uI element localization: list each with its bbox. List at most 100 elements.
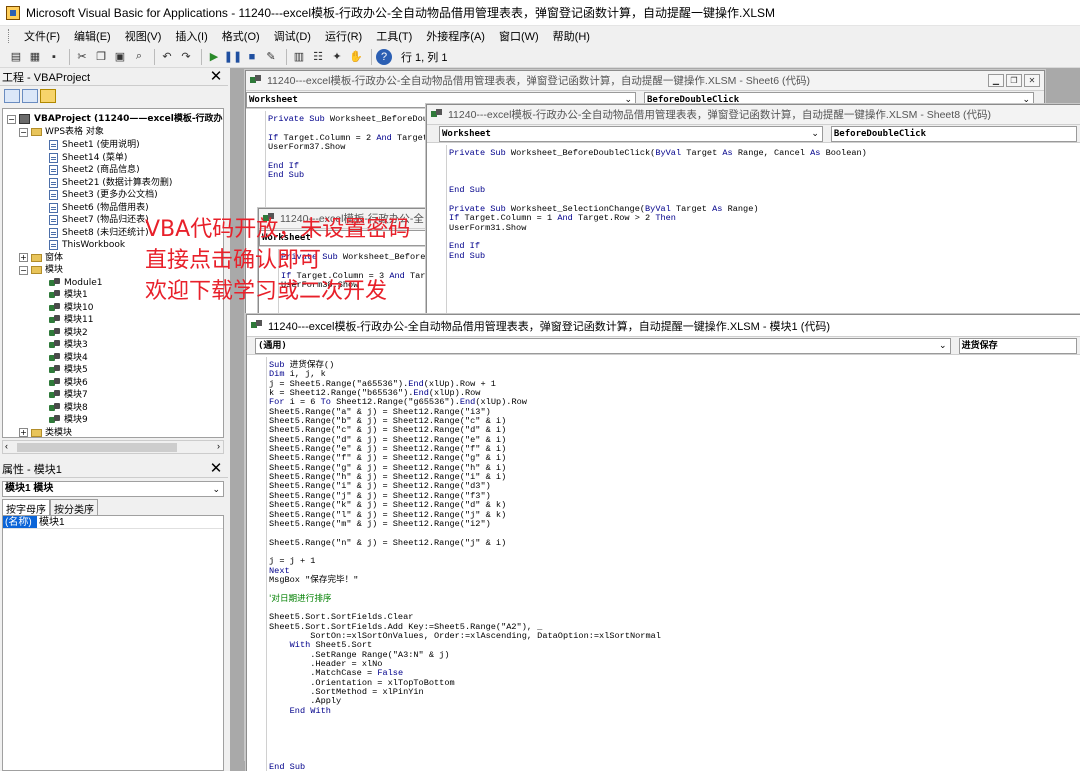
menu-file[interactable]: 文件(F) bbox=[17, 26, 67, 46]
tree-item-sheet[interactable]: Sheet2 (商品信息) bbox=[49, 164, 140, 176]
tree-item-sheet[interactable]: Sheet3 (更多办公文档) bbox=[49, 189, 158, 201]
sheet-icon bbox=[49, 165, 58, 175]
tree-node-forms[interactable]: + 窗体 bbox=[19, 252, 63, 264]
view-code-icon[interactable] bbox=[4, 89, 20, 103]
tree-item-module[interactable]: 模块1 bbox=[49, 289, 88, 301]
find-icon[interactable]: ⌕ bbox=[131, 49, 147, 65]
tree-item-sheet[interactable]: Sheet8 (未归还统计) bbox=[49, 227, 149, 239]
view-excel-icon[interactable]: ▤ bbox=[8, 49, 24, 65]
object-browser-icon[interactable]: ✦ bbox=[329, 49, 345, 65]
folder-icon bbox=[31, 266, 42, 274]
collapse-icon[interactable]: − bbox=[7, 114, 16, 124]
tree-node-class-modules[interactable]: + 类模块 bbox=[19, 427, 72, 437]
break-icon[interactable]: ❚❚ bbox=[224, 49, 242, 65]
object-combo[interactable]: Worksheet⌄ bbox=[439, 126, 823, 142]
code-editor[interactable]: Sub 进货保存() Dim i, j, k j = Sheet5.Range(… bbox=[247, 357, 1080, 771]
menu-insert[interactable]: 插入(I) bbox=[168, 26, 214, 46]
tree-horizontal-scrollbar[interactable]: ‹ › bbox=[2, 440, 224, 454]
menu-view[interactable]: 视图(V) bbox=[118, 26, 169, 46]
insert-object-icon[interactable]: ▦ bbox=[27, 49, 43, 65]
undo-icon[interactable]: ↶ bbox=[159, 49, 175, 65]
tab-categorized[interactable]: 按分类序 bbox=[50, 499, 98, 516]
object-combo[interactable]: (通用) ⌄ bbox=[255, 338, 951, 354]
menu-debug[interactable]: 调试(D) bbox=[267, 26, 318, 46]
tree-item-sheet[interactable]: Sheet21 (数据计算表勿删) bbox=[49, 177, 172, 189]
property-row[interactable]: (名称) 模块1 bbox=[3, 516, 223, 529]
tree-item-sheet[interactable]: Sheet7 (物品归还表) bbox=[49, 214, 149, 226]
tree-item-module[interactable]: 模块8 bbox=[49, 402, 88, 414]
toolbar-separator bbox=[201, 48, 202, 65]
collapse-icon[interactable]: − bbox=[19, 127, 28, 137]
properties-tabs: 按字母序 按分类序 bbox=[2, 499, 98, 516]
properties-window-icon[interactable]: ☷ bbox=[310, 49, 326, 65]
sheet-icon bbox=[49, 215, 58, 225]
code-text[interactable]: Sub 进货保存() Dim i, j, k j = Sheet5.Range(… bbox=[269, 360, 661, 771]
reset-icon[interactable]: ■ bbox=[244, 49, 260, 65]
code-window-module1[interactable]: 11240---excel模板-行政办公-全自动物品借用管理表表，弹窗登记函数计… bbox=[246, 314, 1080, 771]
close-icon[interactable]: ✕ bbox=[1024, 74, 1040, 87]
close-icon[interactable]: ✕ bbox=[208, 69, 224, 85]
tab-alphabetic[interactable]: 按字母序 bbox=[2, 499, 50, 516]
module-icon bbox=[49, 402, 60, 413]
toolbox-icon[interactable]: ✋ bbox=[348, 49, 364, 65]
minimize-icon[interactable]: ▁ bbox=[988, 74, 1004, 87]
expand-icon[interactable]: + bbox=[19, 253, 28, 262]
vba-project-icon bbox=[19, 114, 30, 124]
tree-item-module[interactable]: 模块5 bbox=[49, 364, 88, 376]
menu-edit[interactable]: 编辑(E) bbox=[67, 26, 118, 46]
tree-item-module[interactable]: 模块4 bbox=[49, 352, 88, 364]
tree-item-sheet[interactable]: Sheet1 (使用说明) bbox=[49, 139, 140, 151]
menu-addins[interactable]: 外接程序(A) bbox=[419, 26, 492, 46]
tree-item-module[interactable]: 模块2 bbox=[49, 327, 88, 339]
tree-item-sheet[interactable]: Sheet6 (物品借用表) bbox=[49, 202, 149, 214]
module-icon bbox=[49, 315, 60, 325]
tree-item-module[interactable]: 模块3 bbox=[49, 339, 88, 351]
design-mode-icon[interactable]: ✎ bbox=[263, 49, 279, 65]
paste-icon[interactable]: ▣ bbox=[112, 49, 128, 65]
menu-help[interactable]: 帮助(H) bbox=[546, 26, 597, 46]
chevron-down-icon[interactable]: ⌄ bbox=[811, 127, 819, 141]
tree-item-module[interactable]: 模块11 bbox=[49, 314, 93, 326]
object-select[interactable]: 模块1 模块 ⌄ bbox=[2, 481, 224, 497]
copy-icon[interactable]: ❐ bbox=[93, 49, 109, 65]
tree-node-modules[interactable]: − 模块 bbox=[19, 264, 63, 276]
module-icon bbox=[49, 415, 60, 425]
tree-node-sheet-objects[interactable]: − WPS表格 对象 bbox=[19, 126, 104, 138]
menu-run[interactable]: 运行(R) bbox=[318, 26, 369, 46]
tree-item-module[interactable]: Module1 bbox=[49, 277, 102, 289]
menu-tools[interactable]: 工具(T) bbox=[369, 26, 419, 46]
menu-window[interactable]: 窗口(W) bbox=[492, 26, 546, 46]
scrollbar-thumb[interactable] bbox=[17, 443, 177, 452]
cut-icon[interactable]: ✂ bbox=[74, 49, 90, 65]
code-combos: Worksheet ⌄ BeforeDoubleClick bbox=[427, 125, 1080, 143]
run-icon[interactable]: ▶ bbox=[206, 49, 222, 65]
toggle-folders-icon[interactable] bbox=[40, 89, 56, 103]
scroll-left-icon[interactable]: ‹ bbox=[5, 441, 8, 451]
tree-item-module[interactable]: 模块7 bbox=[49, 389, 88, 401]
redo-icon[interactable]: ↷ bbox=[178, 49, 194, 65]
sheet-icon bbox=[49, 202, 58, 213]
chevron-down-icon[interactable]: ⌄ bbox=[212, 482, 220, 496]
close-icon[interactable]: ✕ bbox=[208, 461, 224, 477]
tree-node-vbaproject[interactable]: − VBAProject (11240——excel模板-行政办 bbox=[7, 113, 223, 125]
collapse-icon[interactable]: − bbox=[19, 265, 28, 275]
menu-format[interactable]: 格式(O) bbox=[215, 26, 267, 46]
save-icon[interactable]: ▪ bbox=[46, 49, 62, 65]
help-icon[interactable]: ? bbox=[376, 48, 392, 65]
module-icon bbox=[49, 365, 60, 375]
view-object-icon[interactable] bbox=[22, 89, 38, 103]
tree-item-module[interactable]: 模块9 bbox=[49, 414, 88, 426]
procedure-combo[interactable]: BeforeDoubleClick bbox=[830, 126, 1077, 142]
expand-icon[interactable]: + bbox=[19, 428, 28, 437]
tree-item-module[interactable]: 模块10 bbox=[49, 302, 93, 314]
chevron-down-icon[interactable]: ⌄ bbox=[939, 339, 947, 353]
project-explorer-icon[interactable]: ▥ bbox=[291, 49, 307, 65]
restore-icon[interactable]: ❐ bbox=[1006, 74, 1022, 87]
scroll-right-icon[interactable]: › bbox=[217, 441, 220, 451]
tree-item-module[interactable]: 模块6 bbox=[49, 377, 88, 389]
property-value[interactable]: 模块1 bbox=[37, 516, 65, 528]
procedure-combo[interactable]: 进货保存 bbox=[958, 338, 1077, 354]
tree-item-thisworkbook[interactable]: ThisWorkbook bbox=[49, 239, 125, 251]
code-text[interactable]: Private Sub Worksheet_BeforeDoubleClick(… bbox=[449, 148, 867, 261]
tree-item-sheet[interactable]: Sheet14 (菜单) bbox=[49, 152, 127, 164]
